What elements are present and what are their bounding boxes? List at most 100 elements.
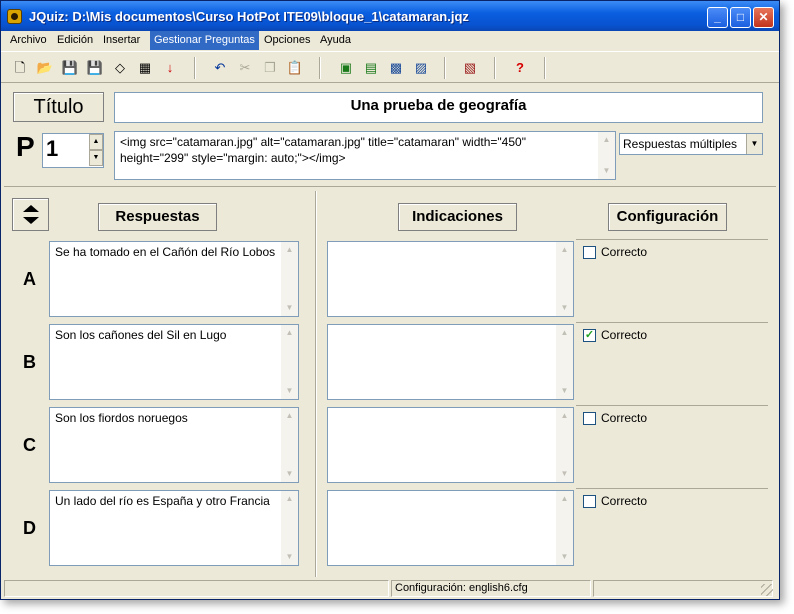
menu-insertar[interactable]: Insertar <box>99 31 144 50</box>
jquiz-window: JQuiz: D:\Mis documentos\Curso HotPot IT… <box>0 0 780 600</box>
insert-question-icon[interactable]: ▤ <box>362 59 380 77</box>
scroll-up-icon[interactable]: ▲ <box>281 408 298 424</box>
scroll-down-icon[interactable]: ▼ <box>556 300 573 316</box>
status-panel-left <box>4 580 389 597</box>
titulo-button[interactable]: Título <box>13 92 104 122</box>
copy-icon[interactable]: ❐ <box>261 59 279 77</box>
answer-letter-d: D <box>23 518 36 538</box>
minimize-button[interactable]: _ <box>707 7 728 28</box>
scroll-down-icon[interactable]: ▼ <box>281 549 298 565</box>
jquiz-app-icon[interactable] <box>7 9 22 24</box>
scroll-up-icon[interactable]: ▲ <box>556 408 573 424</box>
titulo-input[interactable]: Una prueba de geografía <box>114 92 763 123</box>
question-type-value: Respuestas múltiples <box>623 137 738 151</box>
menu-bar: Archivo Edición Insertar Gestionar Pregu… <box>1 31 779 50</box>
scroll-down-icon[interactable]: ▼ <box>556 383 573 399</box>
scroll-down-icon[interactable]: ▼ <box>281 466 298 482</box>
save-as-icon[interactable]: 💾 <box>86 59 104 77</box>
scroll-up-icon[interactable]: ▲ <box>281 325 298 341</box>
feedback-a-scrollbar[interactable]: ▲ ▼ <box>556 242 573 316</box>
eraser-icon[interactable]: ◇ <box>111 59 129 77</box>
scroll-down-icon[interactable]: ▼ <box>281 300 298 316</box>
scroll-up-icon[interactable]: ▲ <box>281 242 298 258</box>
row-divider <box>576 405 768 406</box>
toolbar-separator <box>194 57 196 79</box>
correct-c-checkbox[interactable] <box>583 412 596 425</box>
close-button[interactable]: ✕ <box>753 7 774 28</box>
scroll-down-icon[interactable]: ▼ <box>556 549 573 565</box>
answer-d-text[interactable]: Un lado del río es España y otro Francia… <box>49 490 299 566</box>
menu-archivo[interactable]: Archivo <box>6 31 51 50</box>
stepper-up-icon[interactable]: ▲ <box>89 134 103 150</box>
answer-a-text[interactable]: Se ha tomado en el Cañón del Río Lobos ▲… <box>49 241 299 317</box>
answer-c-text[interactable]: Son los fiordos noruegos ▲ ▼ <box>49 407 299 483</box>
scroll-up-icon[interactable]: ▲ <box>281 491 298 507</box>
answer-c-scrollbar[interactable]: ▲ ▼ <box>281 408 298 482</box>
indicaciones-button[interactable]: Indicaciones <box>398 203 517 231</box>
menu-gestionar-preguntas[interactable]: Gestionar Preguntas <box>150 31 259 50</box>
answer-d-value: Un lado del río es España y otro Francia <box>55 494 270 508</box>
scroll-down-icon[interactable]: ▼ <box>556 466 573 482</box>
feedback-d-scrollbar[interactable]: ▲ ▼ <box>556 491 573 565</box>
stepper-down-icon[interactable]: ▼ <box>89 150 103 166</box>
scroll-down-icon[interactable]: ▼ <box>598 163 615 179</box>
feedback-a-text[interactable]: ▲ ▼ <box>327 241 574 317</box>
correct-d-label: Correcto <box>601 494 648 508</box>
red-arrow-icon[interactable]: ↓ <box>161 59 179 77</box>
answer-d-scrollbar[interactable]: ▲ ▼ <box>281 491 298 565</box>
row-divider <box>576 322 768 323</box>
window-title: JQuiz: D:\Mis documentos\Curso HotPot IT… <box>29 9 469 24</box>
toolbar-separator <box>544 57 546 79</box>
correct-a-checkbox[interactable] <box>583 246 596 259</box>
scroll-down-icon[interactable]: ▼ <box>281 383 298 399</box>
configuracion-button[interactable]: Configuración <box>608 203 727 231</box>
feedback-b-scrollbar[interactable]: ▲ ▼ <box>556 325 573 399</box>
maximize-button[interactable]: □ <box>730 7 751 28</box>
scroll-up-icon[interactable]: ▲ <box>556 242 573 258</box>
question-type-select[interactable]: Respuestas múltiples ▼ <box>619 133 763 155</box>
config-icon[interactable]: ▧ <box>461 59 479 77</box>
toolbar-separator <box>319 57 321 79</box>
toolbar: 🗋 📂 💾 💾 ◇ ▦ ↓ ↶ ✂ ❐ 📋 ▣ ▤ ▩ ▨ ▧ ? <box>1 51 779 83</box>
title-bar[interactable]: JQuiz: D:\Mis documentos\Curso HotPot IT… <box>1 1 779 31</box>
feedback-b-text[interactable]: ▲ ▼ <box>327 324 574 400</box>
find-question-icon[interactable]: ▨ <box>412 59 430 77</box>
paste-icon[interactable]: 📋 <box>286 59 304 77</box>
answer-a-value: Se ha tomado en el Cañón del Río Lobos <box>55 245 276 259</box>
respuestas-button[interactable]: Respuestas <box>98 203 217 231</box>
menu-edicion[interactable]: Edición <box>53 31 97 50</box>
save-icon[interactable]: 💾 <box>61 59 79 77</box>
scroll-up-icon[interactable]: ▲ <box>556 491 573 507</box>
answer-letter-c: C <box>23 435 36 455</box>
correct-a-label: Correcto <box>601 245 648 259</box>
chevron-down-icon[interactable]: ▼ <box>746 134 762 154</box>
correct-b-checkbox[interactable]: ✓ <box>583 329 596 342</box>
answer-b-scrollbar[interactable]: ▲ ▼ <box>281 325 298 399</box>
open-folder-icon[interactable]: 📂 <box>36 59 54 77</box>
scroll-up-icon[interactable]: ▲ <box>556 325 573 341</box>
correct-d-checkbox[interactable] <box>583 495 596 508</box>
undo-icon[interactable]: ↶ <box>211 59 229 77</box>
answer-a-scrollbar[interactable]: ▲ ▼ <box>281 242 298 316</box>
delete-question-icon[interactable]: ▩ <box>387 59 405 77</box>
reorder-answers-button[interactable] <box>12 198 49 231</box>
answer-b-value: Son los cañones del Sil en Lugo <box>55 328 227 342</box>
web-page-icon[interactable]: ▦ <box>136 59 154 77</box>
new-file-icon[interactable]: 🗋 <box>11 59 29 77</box>
add-question-icon[interactable]: ▣ <box>337 59 355 77</box>
cut-icon[interactable]: ✂ <box>236 59 254 77</box>
menu-ayuda[interactable]: Ayuda <box>316 31 355 50</box>
help-icon[interactable]: ? <box>511 59 529 77</box>
feedback-c-scrollbar[interactable]: ▲ ▼ <box>556 408 573 482</box>
menu-opciones[interactable]: Opciones <box>260 31 314 50</box>
toolbar-separator <box>494 57 496 79</box>
question-scrollbar[interactable]: ▲ ▼ <box>598 132 615 179</box>
arrow-down-icon <box>23 217 39 224</box>
resize-grip-icon[interactable] <box>761 584 773 596</box>
feedback-c-text[interactable]: ▲ ▼ <box>327 407 574 483</box>
question-number-stepper[interactable]: 1 ▲ ▼ <box>42 133 104 168</box>
question-text-area[interactable]: <img src="catamaran.jpg" alt="catamaran.… <box>114 131 616 180</box>
scroll-up-icon[interactable]: ▲ <box>598 132 615 148</box>
feedback-d-text[interactable]: ▲ ▼ <box>327 490 574 566</box>
answer-b-text[interactable]: Son los cañones del Sil en Lugo ▲ ▼ <box>49 324 299 400</box>
